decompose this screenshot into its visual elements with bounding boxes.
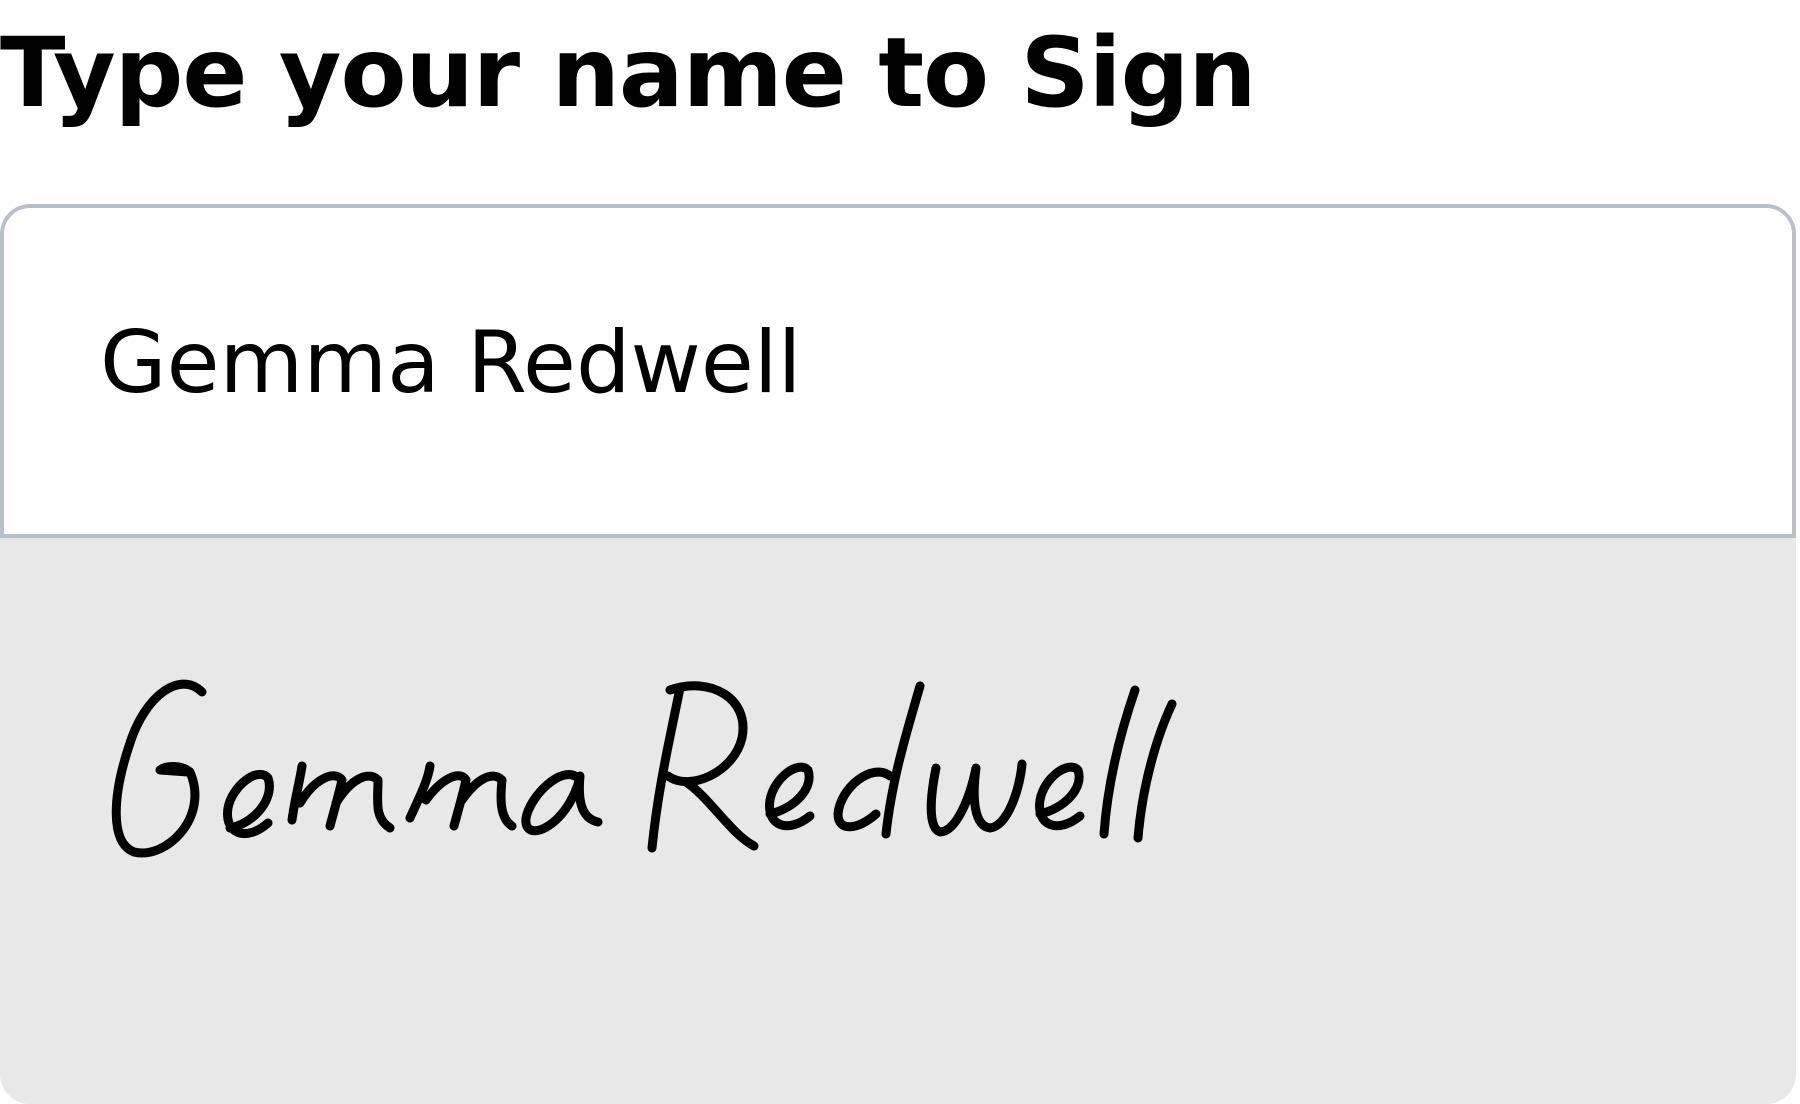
signature-preview bbox=[0, 538, 1796, 1104]
name-input[interactable] bbox=[100, 308, 1700, 418]
signature-card bbox=[0, 204, 1796, 1104]
handwritten-signature bbox=[111, 679, 1177, 858]
page-title: Type your name to Sign bbox=[0, 17, 1257, 129]
name-field-container[interactable] bbox=[0, 204, 1796, 538]
